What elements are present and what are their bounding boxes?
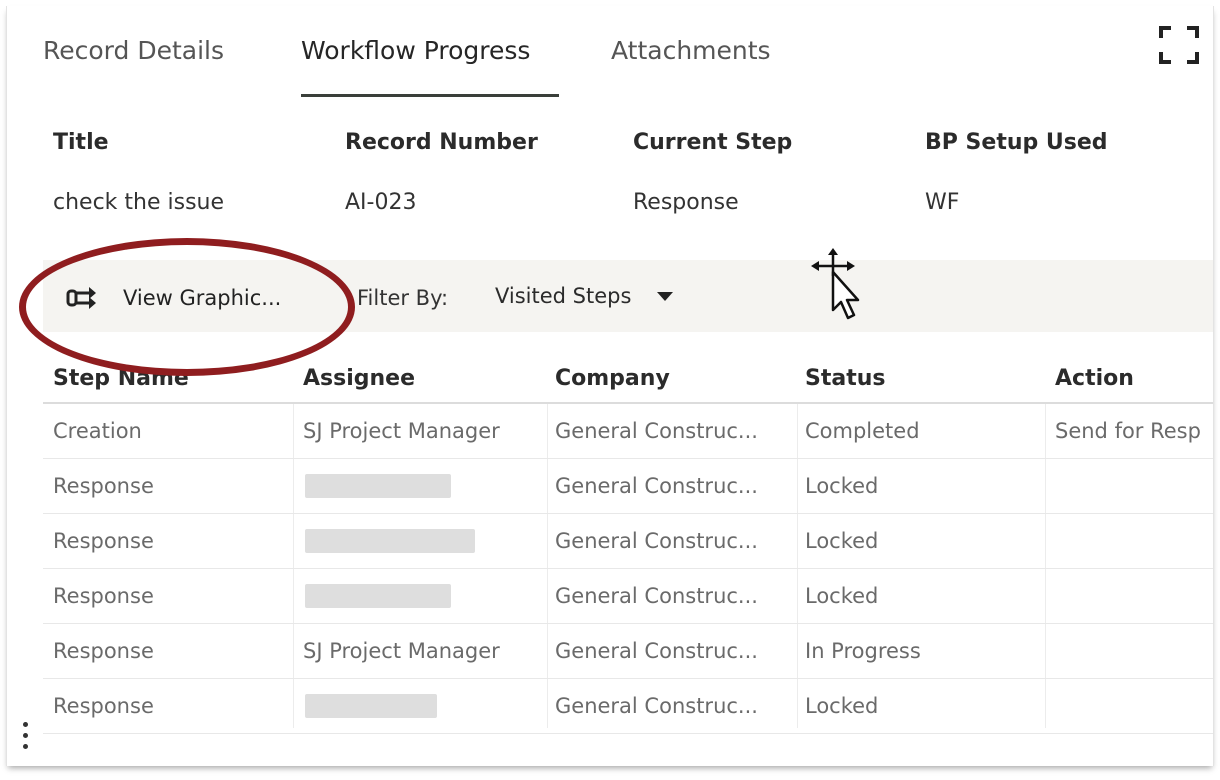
status-cell: Locked: [805, 584, 879, 608]
step-name-cell: Creation: [53, 419, 142, 443]
filter-select-value: Visited Steps: [495, 284, 632, 308]
table-row[interactable]: Creation SJ Project Manager General Cons…: [43, 404, 1213, 459]
current-step-label: Current Step: [633, 130, 793, 155]
tab-attachments[interactable]: Attachments: [611, 36, 771, 65]
expand-icon[interactable]: [1157, 24, 1201, 66]
bp-setup-label: BP Setup Used: [925, 130, 1108, 155]
table-row[interactable]: Response SJ Project Manager General Cons…: [43, 624, 1213, 679]
company-cell: General Construc...: [555, 639, 758, 663]
column-header-company[interactable]: Company: [555, 366, 670, 391]
column-header-status[interactable]: Status: [805, 366, 885, 391]
step-name-cell: Response: [53, 584, 154, 608]
current-step-value: Response: [633, 190, 739, 215]
bp-setup-value: WF: [925, 190, 960, 215]
tab-workflow-progress[interactable]: Workflow Progress: [301, 36, 530, 65]
workflow-icon: [66, 287, 96, 309]
redacted-assignee: [305, 584, 451, 608]
table-row[interactable]: Response General Construc... Locked: [43, 459, 1213, 514]
redacted-assignee: [305, 474, 451, 498]
company-cell: General Construc...: [555, 474, 758, 498]
table-row[interactable]: Response General Construc... Locked: [43, 514, 1213, 569]
company-cell: General Construc...: [555, 584, 758, 608]
filter-select[interactable]: Visited Steps: [495, 284, 674, 308]
view-graphic-label: View Graphic...: [123, 286, 282, 310]
title-label: Title: [53, 130, 109, 155]
column-header-assignee[interactable]: Assignee: [303, 366, 415, 391]
workflow-panel: Record Details Workflow Progress Attachm…: [6, 6, 1214, 766]
active-tab-underline: [301, 94, 559, 97]
title-value: check the issue: [53, 190, 225, 215]
step-name-cell: Response: [53, 694, 154, 718]
status-cell: In Progress: [805, 639, 921, 663]
column-header-action[interactable]: Action: [1055, 366, 1134, 391]
status-cell: Locked: [805, 529, 879, 553]
redacted-assignee: [305, 694, 437, 718]
filter-by-label: Filter By:: [357, 286, 449, 310]
action-cell: Send for Resp: [1055, 419, 1201, 443]
assignee-cell: SJ Project Manager: [303, 419, 500, 443]
redacted-assignee: [305, 529, 475, 553]
assignee-cell: SJ Project Manager: [303, 639, 500, 663]
table-row[interactable]: Response General Construc... Locked: [43, 569, 1213, 624]
company-cell: General Construc...: [555, 529, 758, 553]
column-header-step-name[interactable]: Step Name: [53, 366, 189, 391]
view-graphic-button[interactable]: View Graphic...: [65, 274, 281, 322]
table-row[interactable]: Response General Construc... Locked: [43, 679, 1213, 734]
status-cell: Completed: [805, 419, 920, 443]
company-cell: General Construc...: [555, 419, 758, 443]
company-cell: General Construc...: [555, 694, 758, 718]
record-number-label: Record Number: [345, 130, 538, 155]
record-number-value: AI-023: [345, 190, 417, 215]
chevron-down-icon: [657, 291, 674, 301]
step-name-cell: Response: [53, 529, 154, 553]
status-cell: Locked: [805, 474, 879, 498]
kebab-menu-icon[interactable]: [17, 722, 33, 762]
step-name-cell: Response: [53, 639, 154, 663]
step-name-cell: Response: [53, 474, 154, 498]
tab-record-details[interactable]: Record Details: [43, 36, 224, 65]
status-cell: Locked: [805, 694, 879, 718]
